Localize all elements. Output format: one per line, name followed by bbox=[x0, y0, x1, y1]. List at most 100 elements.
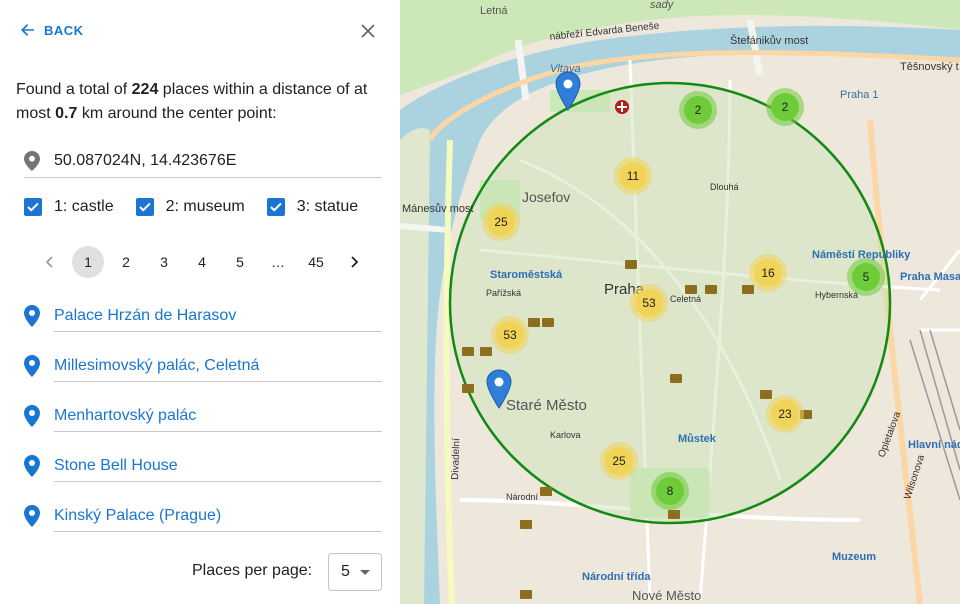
results-list: Palace Hrzán de Harasov Millesimovský pa… bbox=[24, 300, 382, 550]
page-ellipsis: … bbox=[271, 254, 285, 270]
center-point-field[interactable]: 50.087024N, 14.423676E bbox=[24, 145, 382, 178]
label-karlova: Karlova bbox=[550, 430, 581, 440]
label-hybernska: Hybernská bbox=[815, 290, 858, 300]
check-icon bbox=[270, 202, 282, 212]
filter-museum[interactable]: 2: museum bbox=[135, 198, 245, 216]
cluster-marker[interactable]: 25 bbox=[600, 442, 638, 480]
cluster-marker[interactable]: 11 bbox=[614, 157, 652, 195]
location-pin-icon bbox=[24, 305, 40, 327]
sidebar-panel: BACK Found a total of 224 places within … bbox=[0, 0, 400, 604]
cluster-count: 16 bbox=[761, 266, 775, 280]
label-letna: Letná bbox=[480, 5, 508, 17]
label-parizska: Pařížská bbox=[486, 288, 521, 298]
page-button-1[interactable]: 1 bbox=[72, 246, 104, 278]
cluster-marker[interactable]: 16 bbox=[749, 254, 787, 292]
back-button[interactable]: BACK bbox=[20, 22, 84, 38]
cluster-count: 2 bbox=[695, 103, 702, 117]
label-manes: Mánesův most bbox=[402, 203, 474, 215]
label-narodni-street: Národní bbox=[506, 492, 539, 502]
label-sady: sady bbox=[650, 0, 675, 11]
list-item[interactable]: Millesimovský palác, Celetná bbox=[24, 350, 382, 400]
castle-icon[interactable] bbox=[528, 318, 540, 327]
cluster-marker[interactable]: 53 bbox=[630, 284, 668, 322]
list-item[interactable]: Menhartovský palác bbox=[24, 400, 382, 450]
castle-icon[interactable] bbox=[685, 285, 697, 294]
castle-icon[interactable] bbox=[542, 318, 554, 327]
cluster-count: 23 bbox=[778, 407, 792, 421]
map-canvas[interactable]: Vltava nábřeží Edvarda Beneše Štefánikův… bbox=[400, 0, 960, 604]
pagination: 1 2 3 4 5 … 45 bbox=[34, 246, 376, 278]
filter-statue[interactable]: 3: statue bbox=[266, 198, 358, 216]
castle-icon[interactable] bbox=[462, 384, 474, 393]
results-summary: Found a total of 224 places within a dis… bbox=[16, 78, 386, 126]
map-view[interactable]: Vltava nábřeží Edvarda Beneše Štefánikův… bbox=[400, 0, 960, 604]
label-tesnov: Těšnovský t bbox=[900, 61, 959, 73]
castle-icon[interactable] bbox=[520, 520, 532, 529]
cluster-count: 53 bbox=[503, 328, 517, 342]
back-label: BACK bbox=[44, 22, 84, 38]
page-button-3[interactable]: 3 bbox=[148, 246, 180, 278]
cluster-marker[interactable]: 23 bbox=[766, 395, 804, 433]
result-name[interactable]: Menhartovský palác bbox=[54, 400, 382, 432]
checkbox-castle[interactable] bbox=[24, 198, 42, 216]
result-name[interactable]: Palace Hrzán de Harasov bbox=[54, 300, 382, 332]
page-button-5[interactable]: 5 bbox=[224, 246, 256, 278]
filter-castle-label: 1: castle bbox=[54, 198, 114, 215]
cluster-marker[interactable]: 2 bbox=[679, 91, 717, 129]
next-page-button[interactable] bbox=[338, 246, 370, 278]
castle-icon[interactable] bbox=[760, 390, 772, 399]
list-item[interactable]: Palace Hrzán de Harasov bbox=[24, 300, 382, 350]
filter-castle[interactable]: 1: castle bbox=[24, 198, 114, 216]
result-name[interactable]: Kinský Palace (Prague) bbox=[54, 500, 382, 532]
castle-icon[interactable] bbox=[462, 347, 474, 356]
cluster-count: 25 bbox=[494, 215, 508, 229]
check-icon bbox=[138, 202, 151, 212]
summary-prefix: Found a total of bbox=[16, 81, 128, 98]
page-button-4[interactable]: 4 bbox=[186, 246, 218, 278]
castle-icon[interactable] bbox=[742, 285, 754, 294]
label-celetna: Celetná bbox=[670, 294, 701, 304]
label-praha1: Praha 1 bbox=[840, 89, 879, 101]
castle-icon[interactable] bbox=[540, 487, 552, 496]
result-name[interactable]: Stone Bell House bbox=[54, 450, 382, 482]
checkbox-statue[interactable] bbox=[266, 198, 285, 216]
list-item[interactable]: Stone Bell House bbox=[24, 450, 382, 500]
label-narodni: Národní třída bbox=[582, 571, 651, 583]
location-pin-icon bbox=[24, 405, 40, 427]
location-pin-icon bbox=[24, 355, 40, 377]
list-item[interactable]: Kinský Palace (Prague) bbox=[24, 500, 382, 550]
chevron-right-icon bbox=[351, 256, 359, 268]
center-point-value: 50.087024N, 14.423676E bbox=[54, 152, 237, 169]
cluster-marker[interactable]: 25 bbox=[482, 203, 520, 241]
label-bridge-top: Štefánikův most bbox=[730, 34, 808, 47]
category-filters: 1: castle 2: museum 3: statue bbox=[24, 198, 380, 216]
arrow-left-icon bbox=[21, 24, 34, 36]
cluster-count: 2 bbox=[782, 100, 789, 114]
castle-icon[interactable] bbox=[670, 374, 682, 383]
castle-icon[interactable] bbox=[520, 590, 532, 599]
location-pin-icon bbox=[24, 505, 40, 527]
per-page-select[interactable]: 5 bbox=[328, 553, 382, 591]
cluster-marker[interactable]: 5 bbox=[847, 258, 885, 296]
cluster-count: 5 bbox=[863, 270, 870, 284]
close-icon[interactable] bbox=[358, 21, 378, 41]
page-button-2[interactable]: 2 bbox=[110, 246, 142, 278]
castle-icon[interactable] bbox=[625, 260, 637, 269]
castle-icon[interactable] bbox=[705, 285, 717, 294]
cluster-marker[interactable]: 53 bbox=[491, 316, 529, 354]
cluster-marker[interactable]: 8 bbox=[651, 472, 689, 510]
label-nove-mesto: Nové Město bbox=[632, 588, 701, 603]
castle-icon[interactable] bbox=[480, 347, 492, 356]
result-name[interactable]: Millesimovský palác, Celetná bbox=[54, 350, 382, 382]
prev-page-button[interactable] bbox=[34, 246, 66, 278]
summary-suffix: km around the center point: bbox=[81, 105, 277, 122]
label-stare-mesto: Staré Město bbox=[506, 397, 587, 414]
castle-icon[interactable] bbox=[668, 510, 680, 519]
label-staromestska: Staroměstská bbox=[490, 269, 563, 281]
checkbox-museum[interactable] bbox=[135, 198, 154, 216]
per-page-value: 5 bbox=[341, 563, 350, 580]
label-mustek: Můstek bbox=[678, 433, 717, 445]
label-hlavni: Hlavní nádraží bbox=[908, 439, 960, 451]
cluster-marker[interactable]: 2 bbox=[766, 88, 804, 126]
page-button-45[interactable]: 45 bbox=[300, 246, 332, 278]
